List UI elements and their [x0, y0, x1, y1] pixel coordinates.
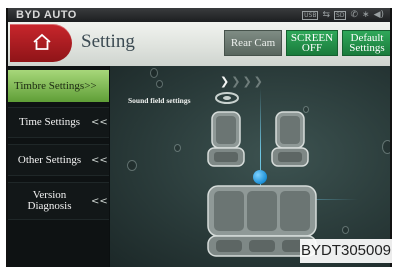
steering-wheel-icon [215, 92, 239, 104]
rear-cam-button[interactable]: Rear Cam [224, 30, 282, 56]
sidebar-item-timbre-settings[interactable]: Timbre Settings>> [8, 70, 109, 102]
sd-card-icon: ⇆ [322, 10, 331, 20]
water-drop-decoration [342, 226, 349, 234]
front-right-seat-icon [271, 111, 309, 167]
sidebar-item-version-diagnosis[interactable]: Version Diagnosis << [8, 182, 109, 220]
page-title: Setting [81, 31, 135, 52]
sound-focus-handle[interactable] [253, 170, 267, 184]
head-unit-screen: BYD AUTO USB ⇆ SD ✆ ∗ ◀) Setting Rear Ca… [6, 8, 392, 267]
water-drop-decoration [382, 140, 390, 154]
water-drop-decoration [174, 144, 181, 152]
water-drop-decoration [127, 160, 137, 171]
sidebar-item-time-settings[interactable]: Time Settings << [8, 107, 109, 138]
bluetooth-icon: ✆ [350, 10, 359, 20]
step-chevron-icon: ❯ [253, 75, 263, 88]
settings-sidebar: Timbre Settings>> Time Settings << Other… [8, 66, 109, 267]
sidebar-item-label: Other Settings [17, 153, 82, 166]
sound-field-panel[interactable]: ❯ ❯ ❯ ❯ Sound field settings [110, 66, 390, 267]
header-bar: Setting Rear Cam SCREEN OFF Default Sett… [8, 22, 390, 66]
signal-icon: ∗ [362, 10, 370, 20]
step-chevron-icon: ❯ [231, 75, 241, 88]
chevron-left-icon: << [91, 195, 108, 207]
volume-icon: ◀) [373, 10, 384, 20]
sidebar-item-label: Timbre Settings>> [14, 79, 97, 92]
default-settings-button[interactable]: Default Settings [342, 30, 390, 56]
status-icons: USB ⇆ SD ✆ ∗ ◀) [302, 9, 384, 21]
chevron-left-icon: << [91, 117, 108, 128]
front-left-seat-icon [207, 111, 245, 167]
photo-frame: BYD AUTO USB ⇆ SD ✆ ∗ ◀) Setting Rear Ca… [0, 0, 394, 268]
diagnosis-label: Diagnosis [27, 200, 72, 212]
phone-icon: SD [334, 10, 347, 20]
water-drop-decoration [150, 68, 158, 78]
watermark-code: BYDT305009 [300, 239, 392, 263]
usb-icon: USB [302, 10, 319, 20]
screen-off-button[interactable]: SCREEN OFF [286, 30, 338, 56]
screen-off-line2: OFF [301, 42, 323, 54]
default-settings-line2: Settings [349, 42, 385, 54]
status-bar: BYD AUTO USB ⇆ SD ✆ ∗ ◀) [8, 8, 390, 22]
step-chevron-icon: ❯ [220, 75, 230, 88]
sidebar-item-other-settings[interactable]: Other Settings << [8, 144, 109, 176]
sound-field-label: Sound field settings [128, 96, 191, 105]
sidebar-item-label: Time Settings [18, 116, 81, 128]
step-progress: ❯ ❯ ❯ ❯ [220, 76, 263, 87]
home-icon [33, 33, 51, 50]
brand-logo: BYD AUTO [16, 9, 77, 21]
water-drop-decoration [156, 80, 163, 88]
step-chevron-icon: ❯ [242, 75, 252, 88]
home-button[interactable] [10, 24, 72, 62]
chevron-left-icon: << [91, 154, 108, 166]
sidebar-item-label: Version Diagnosis [8, 190, 91, 212]
